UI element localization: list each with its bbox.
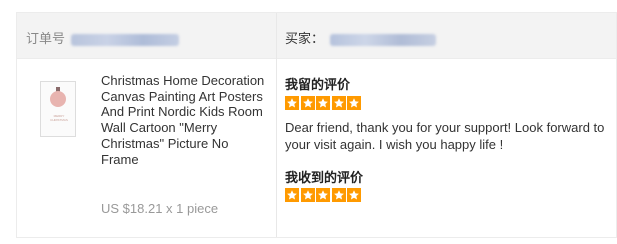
received-review-heading: 我收到的评价 [285, 170, 364, 185]
column-divider [276, 13, 277, 237]
review-card: 订单号 买家： MERRY CHRISTMAS Christmas Home D… [16, 12, 617, 238]
star-icon [331, 96, 346, 110]
star-icon [316, 96, 330, 110]
product-title[interactable]: Christmas Home Decoration Canvas Paintin… [101, 73, 269, 167]
star-icon [316, 188, 330, 202]
star-icon [347, 188, 361, 202]
star-icon [285, 188, 299, 202]
star-icon [300, 96, 315, 110]
star-icon [300, 188, 315, 202]
star-icon [347, 96, 361, 110]
star-icon [285, 96, 299, 110]
buyer-name-redacted[interactable] [329, 33, 436, 46]
thumbnail-caption: MERRY CHRISTMAS [50, 114, 68, 122]
star-icon [331, 188, 346, 202]
buyer-row: 买家： [285, 28, 436, 47]
my-review-comment: Dear friend, thank you for your support!… [285, 120, 605, 152]
received-review-rating [285, 188, 361, 203]
ornament-image [50, 91, 66, 107]
buyer-label: 买家： [285, 31, 325, 46]
my-review-heading: 我留的评价 [285, 77, 351, 92]
order-number-redacted [70, 33, 179, 46]
product-price: US $18.21 x 1 piece [101, 201, 219, 216]
my-review-rating [285, 96, 361, 111]
order-number-label: 订单号 [26, 31, 66, 46]
product-thumbnail[interactable]: MERRY CHRISTMAS [40, 81, 76, 137]
order-number-row: 订单号 [26, 28, 179, 47]
